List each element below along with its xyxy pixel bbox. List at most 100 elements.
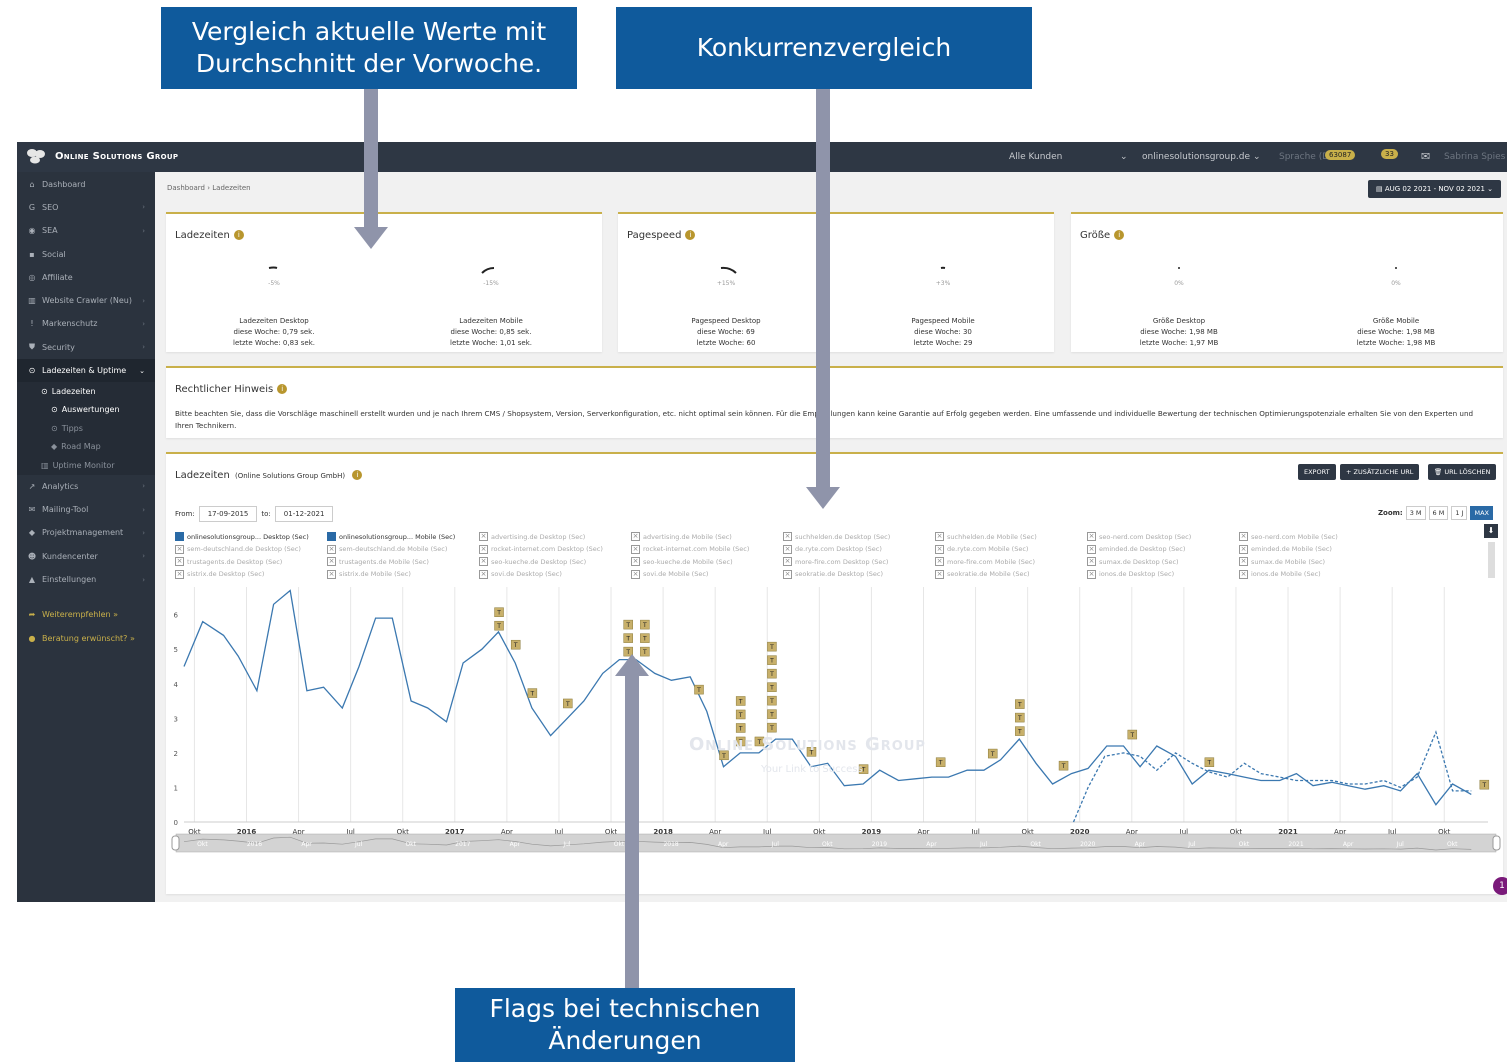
y-tick-label: 5: [174, 646, 178, 654]
clock-icon: ⊙: [41, 386, 48, 396]
sidebar-item-dashboard[interactable]: ⌂ Dashboard: [17, 173, 155, 196]
google-icon: G: [28, 202, 36, 212]
arrow-shaft: [364, 89, 378, 227]
flag-label: T: [625, 622, 630, 629]
flag-label: T: [769, 725, 774, 732]
card-title: Rechtlicher Hinweis i: [175, 384, 288, 395]
metric-this-week: diese Woche: 0,79 sek.: [233, 328, 315, 336]
app-window: Online Solutions Group Alle Kunden ⌄ onl…: [17, 142, 1507, 902]
flag-label: T: [769, 644, 774, 651]
sidebar-item-seo[interactable]: G SEO ›: [17, 196, 155, 219]
chat-notification-badge[interactable]: 1: [1493, 877, 1507, 895]
sidebar-item-mailing-tool[interactable]: ✉ Mailing-Tool ›: [17, 498, 155, 521]
bar-chart-icon: ▥: [28, 296, 36, 306]
top-bar: Online Solutions Group Alle Kunden ⌄ onl…: [17, 142, 1507, 172]
sidebar-item-kundencenter[interactable]: ☻ Kundencenter ›: [17, 545, 155, 568]
customer-select[interactable]: Alle Kunden: [1009, 152, 1062, 162]
card-title-text: Ladezeiten: [175, 230, 230, 241]
sidebar-link-beratung[interactable]: ● Beratung erwünscht? »: [17, 626, 155, 649]
series-line-mobile: [1072, 730, 1472, 823]
domain-select[interactable]: onlinesolutionsgroup.de: [1142, 152, 1250, 162]
gauge-percent: -15%: [483, 280, 499, 287]
sidebar-item-website-crawler[interactable]: ▥ Website Crawler (Neu) ›: [17, 289, 155, 312]
chevron-down-icon: ⌄: [1120, 152, 1128, 162]
date-range-picker[interactable]: ▤ AUG 02 2021 - NOV 02 2021 ⌄: [1368, 180, 1501, 198]
sidebar-item-label: Mailing-Tool: [42, 505, 89, 515]
line-chart-icon: ↗: [28, 481, 36, 491]
navigator-tick-label: 2017: [455, 841, 470, 848]
sidebar-item-label: Ladezeiten & Uptime: [42, 366, 127, 376]
arrow-up-icon: [615, 654, 649, 676]
sidebar-sub-ladezeiten[interactable]: ⊙ Ladezeiten: [17, 382, 155, 401]
sidebar-sub-tipps[interactable]: ⊙ Tipps: [17, 419, 155, 438]
sidebar-item-label: Kundencenter: [42, 551, 98, 561]
user-menu[interactable]: Sabrina Spies: [1444, 152, 1505, 162]
sidebar-item-label: SEO: [42, 202, 59, 212]
bar-chart-icon: ▥: [41, 460, 49, 470]
sidebar-link-weiterempfehlen[interactable]: ➦ Weiterempfehlen »: [17, 603, 155, 626]
chevron-right-icon: ›: [142, 296, 145, 305]
sidebar-item-ladezeiten-uptime[interactable]: ⊙ Ladezeiten & Uptime ⌄: [17, 358, 155, 383]
sidebar-item-sea[interactable]: ◉ SEA ›: [17, 219, 155, 242]
clock-icon: ⊙: [51, 405, 58, 415]
exclamation-icon: !: [30, 319, 34, 329]
y-tick-label: 6: [174, 612, 179, 620]
gauge: +15%: [703, 262, 749, 308]
main-content: Dashboard › Ladezeiten ▤ AUG 02 2021 - N…: [155, 172, 1507, 902]
tasks-badge[interactable]: 33: [1381, 149, 1398, 159]
sidebar-item-security[interactable]: ⛊ Security ›: [17, 336, 155, 359]
sidebar-sub-road-map[interactable]: ◆ Road Map: [17, 437, 155, 457]
sidebar-sub-auswertungen[interactable]: ⊙ Auswertungen: [17, 400, 155, 420]
flag-label: T: [530, 691, 535, 698]
sidebar-item-einstellungen[interactable]: ▲ Einstellungen ›: [17, 568, 155, 591]
chevron-right-icon: ›: [142, 552, 145, 561]
info-icon[interactable]: i: [685, 230, 696, 240]
navigator-tick-label: Jul: [1187, 841, 1196, 848]
sidebar-link-label: Beratung erwünscht? »: [42, 633, 135, 643]
sidebar-sub-uptime-monitor[interactable]: ▥ Uptime Monitor: [17, 456, 155, 475]
sidebar-item-analytics[interactable]: ↗ Analytics ›: [17, 475, 155, 498]
metric-last-week: letzte Woche: 1,98 MB: [1356, 339, 1436, 347]
metric-groesse-desktop: 0% Größe Desktop diese Woche: 1,98 MB le…: [1089, 262, 1269, 349]
y-tick-label: 0: [174, 819, 178, 827]
brand-logo[interactable]: Online Solutions Group: [25, 148, 178, 164]
metric-this-week: diese Woche: 69: [697, 328, 755, 336]
flag-label: T: [1207, 760, 1212, 767]
flag-label: T: [738, 725, 743, 732]
chat-icon: ●: [28, 633, 36, 643]
chevron-right-icon: ›: [142, 343, 145, 352]
sidebar-sub-label: Uptime Monitor: [52, 460, 115, 470]
sidebar-item-social[interactable]: ▪ Social: [17, 242, 155, 265]
sidebar-item-projektmanagement[interactable]: ◆ Projektmanagement ›: [17, 521, 155, 544]
legal-text: Bitte beachten Sie, dass die Vorschläge …: [175, 409, 1474, 430]
navigator-tick-label: Apr: [1135, 841, 1146, 848]
eye-icon: ◎: [28, 272, 36, 282]
flag-label: T: [1017, 715, 1022, 722]
chevron-right-icon: ›: [142, 505, 145, 514]
navigator-handle-left[interactable]: [171, 835, 180, 851]
notifications-badge[interactable]: 63087: [1325, 150, 1356, 160]
sidebar-item-label: Affiliate: [42, 272, 73, 282]
callout-konkurrenz: Konkurrenzvergleich: [616, 7, 1032, 89]
info-icon[interactable]: i: [1114, 230, 1125, 240]
chevron-right-icon: ›: [142, 482, 145, 491]
gauge-percent: +3%: [935, 280, 951, 287]
card-ladezeiten-chart: Ladezeiten (Online Solutions Group GmbH)…: [166, 452, 1503, 894]
sidebar-item-markenschutz[interactable]: ! Markenschutz ›: [17, 312, 155, 335]
callout-vergleich-line1: Vergleich aktuelle Werte mit: [191, 17, 547, 46]
info-icon[interactable]: i: [277, 384, 288, 394]
gauge-percent: 0%: [1391, 280, 1401, 287]
flag-label: T: [769, 712, 774, 719]
info-icon[interactable]: i: [233, 230, 244, 240]
flag-label: T: [769, 698, 774, 705]
y-tick-label: 4: [174, 681, 179, 689]
breadcrumb-separator: ›: [207, 184, 211, 192]
navigator-handle-right[interactable]: [1492, 835, 1501, 851]
sidebar-item-affiliate[interactable]: ◎ Affiliate: [17, 266, 155, 289]
clock-icon: ⊙: [51, 423, 58, 433]
navigator-tick-label: Okt: [614, 841, 625, 848]
metric-last-week: letzte Woche: 1,97 MB: [1139, 339, 1219, 347]
mail-icon[interactable]: ✉: [1421, 150, 1430, 163]
breadcrumb-home[interactable]: Dashboard: [167, 184, 205, 192]
metric-label: Pagespeed Desktop: [691, 317, 761, 325]
